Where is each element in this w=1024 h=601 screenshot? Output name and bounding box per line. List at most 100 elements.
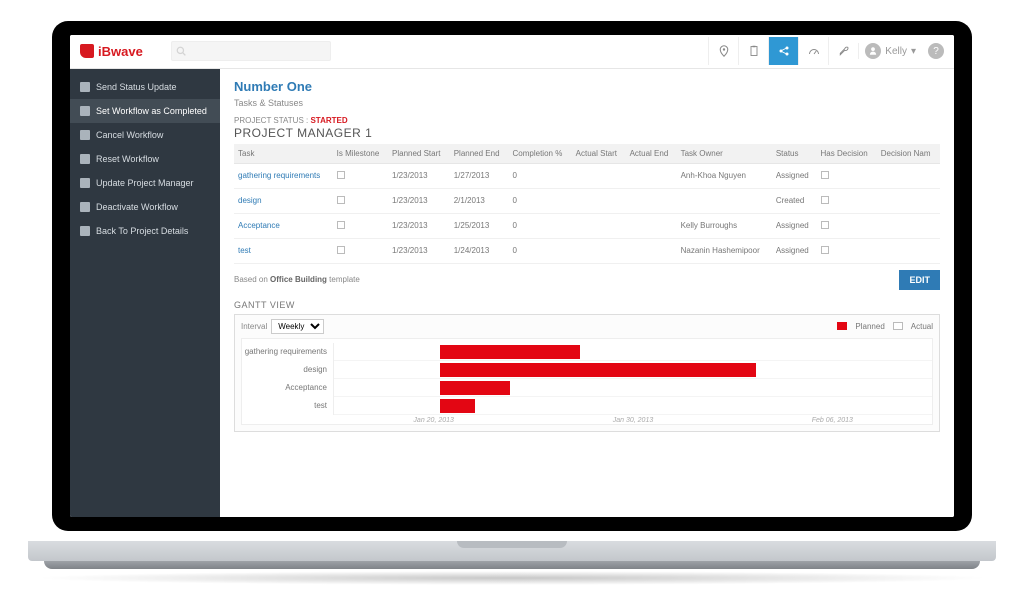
sidebar-item-deactivate[interactable]: Deactivate Workflow [70, 195, 220, 219]
sidebar-item-back[interactable]: Back To Project Details [70, 219, 220, 243]
table-cell: Created [772, 188, 817, 213]
laptop-base [22, 541, 1002, 581]
sidebar-item-reset[interactable]: Reset Workflow [70, 147, 220, 171]
table-cell: Anh-Khoa Nguyen [677, 163, 772, 188]
gantt-row: test [242, 397, 932, 415]
table-cell: 0 [509, 188, 572, 213]
legend-label: Actual [911, 322, 933, 331]
table-cell[interactable]: test [234, 238, 333, 263]
table-cell [626, 188, 677, 213]
table-cell [817, 163, 877, 188]
project-status-row: PROJECT STATUS : STARTED [234, 116, 940, 125]
doc-icon [80, 130, 90, 140]
user-menu[interactable]: Kelly ▾ [858, 43, 922, 59]
table-cell: 1/23/2013 [388, 163, 450, 188]
table-header[interactable]: Status [772, 144, 817, 164]
table-cell: 1/24/2013 [450, 238, 509, 263]
gantt-row-label: Acceptance [242, 379, 334, 397]
chevron-down-icon: ▾ [911, 46, 916, 57]
gauge-icon[interactable] [798, 37, 828, 65]
gantt-track [334, 379, 932, 397]
table-header[interactable]: Planned Start [388, 144, 450, 164]
gantt-title: GANTT VIEW [234, 300, 940, 310]
table-cell [817, 238, 877, 263]
table-header[interactable]: Planned End [450, 144, 509, 164]
table-cell [626, 163, 677, 188]
location-icon[interactable] [708, 37, 738, 65]
table-header[interactable]: Actual Start [572, 144, 626, 164]
table-cell: 1/23/2013 [388, 213, 450, 238]
table-cell [572, 163, 626, 188]
table-cell: 1/27/2013 [450, 163, 509, 188]
table-row: gathering requirements 1/23/20131/27/2013… [234, 163, 940, 188]
checkbox[interactable] [821, 246, 829, 254]
gantt-row: gathering requirements [242, 343, 932, 361]
table-cell: Kelly Burroughs [677, 213, 772, 238]
doc-icon [80, 178, 90, 188]
gantt-track [334, 343, 932, 361]
sidebar-item-label: Cancel Workflow [96, 130, 163, 140]
table-cell[interactable]: Acceptance [234, 213, 333, 238]
axis-tick: Jan 20, 2013 [334, 417, 533, 424]
gantt-bar[interactable] [440, 345, 581, 359]
logo-icon [80, 44, 94, 58]
sidebar: Send Status Update Set Workflow as Compl… [70, 69, 220, 517]
legend-label: Planned [855, 322, 884, 331]
table-cell [817, 188, 877, 213]
wrench-icon[interactable] [828, 37, 858, 65]
table-cell[interactable]: design [234, 188, 333, 213]
checkbox[interactable] [821, 196, 829, 204]
help-icon[interactable]: ? [928, 43, 944, 59]
table-cell: Assigned [772, 213, 817, 238]
gantt-row-label: gathering requirements [242, 343, 334, 361]
checkbox[interactable] [337, 246, 345, 254]
table-cell: 2/1/2013 [450, 188, 509, 213]
table-cell: 1/23/2013 [388, 238, 450, 263]
table-header[interactable]: Actual End [626, 144, 677, 164]
sidebar-item-send-status[interactable]: Send Status Update [70, 75, 220, 99]
checkbox[interactable] [337, 196, 345, 204]
avatar-icon [865, 43, 881, 59]
gantt-row: Acceptance [242, 379, 932, 397]
table-row: test1/23/20131/24/20130Nazanin Hashemipo… [234, 238, 940, 263]
checkbox[interactable] [821, 221, 829, 229]
checkbox[interactable] [821, 171, 829, 179]
table-cell [877, 188, 940, 213]
table-cell [677, 188, 772, 213]
gantt-bar[interactable] [440, 399, 475, 413]
table-cell[interactable]: gathering requirements [234, 163, 333, 188]
table-cell [877, 238, 940, 263]
checkbox[interactable] [337, 221, 345, 229]
checkbox[interactable] [337, 171, 345, 179]
sidebar-item-update-pm[interactable]: Update Project Manager [70, 171, 220, 195]
gantt-row: design [242, 361, 932, 379]
table-cell: 0 [509, 213, 572, 238]
share-icon[interactable] [768, 37, 798, 65]
main-content: Number One Tasks & Statuses PROJECT STAT… [220, 69, 954, 517]
user-name: Kelly [885, 46, 907, 57]
table-cell [877, 163, 940, 188]
search-input[interactable] [171, 41, 331, 61]
section-subtitle: Tasks & Statuses [234, 98, 940, 108]
table-header[interactable]: Completion % [509, 144, 572, 164]
table-header[interactable]: Decision Nam [877, 144, 940, 164]
table-header[interactable]: Task Owner [677, 144, 772, 164]
table-cell [572, 188, 626, 213]
table-header[interactable]: Task [234, 144, 333, 164]
table-cell [333, 238, 388, 263]
sidebar-item-cancel[interactable]: Cancel Workflow [70, 123, 220, 147]
gantt-bar[interactable] [440, 381, 510, 395]
clipboard-icon[interactable] [738, 37, 768, 65]
table-cell [333, 163, 388, 188]
brand-logo[interactable]: iBwave [80, 44, 143, 59]
sidebar-item-set-completed[interactable]: Set Workflow as Completed [70, 99, 220, 123]
gantt-bar[interactable] [440, 363, 757, 377]
edit-button[interactable]: EDIT [899, 270, 940, 290]
table-header[interactable]: Has Decision [817, 144, 877, 164]
table-cell [877, 213, 940, 238]
table-cell [333, 213, 388, 238]
table-row: Acceptance1/23/20131/25/20130Kelly Burro… [234, 213, 940, 238]
table-cell [333, 188, 388, 213]
interval-select[interactable]: Weekly [271, 319, 324, 334]
table-header[interactable]: Is Milestone [333, 144, 388, 164]
